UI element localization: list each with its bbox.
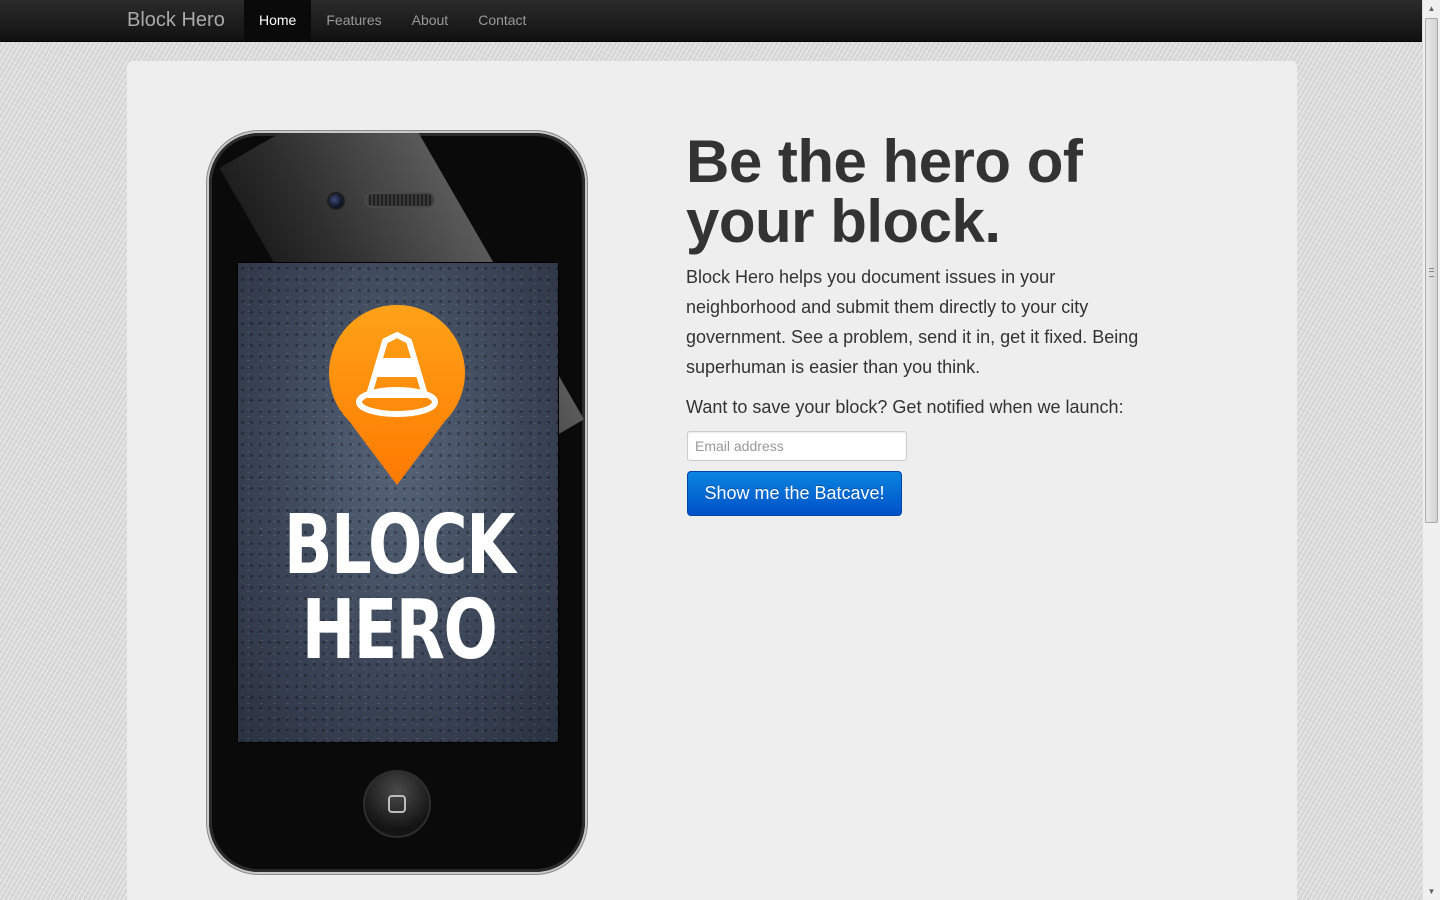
nav-contact[interactable]: Contact — [463, 0, 541, 41]
app-logo-line1: BLOCK — [283, 498, 516, 593]
scroll-down-arrow-icon[interactable]: ▼ — [1423, 883, 1440, 900]
scroll-thumb[interactable] — [1425, 18, 1438, 523]
top-navbar: Block Hero Home Features About Contact — [0, 0, 1422, 42]
brand-link[interactable]: Block Hero — [127, 9, 225, 32]
headline-line-1: Be the hero of — [686, 128, 1083, 195]
home-square-icon — [388, 795, 406, 813]
app-logo-line2: HERO — [301, 583, 498, 678]
hero-headline: Be the hero of your block. — [686, 132, 1166, 252]
scroll-grip-icon — [1429, 268, 1434, 277]
phone-screen: BLOCK HERO — [237, 262, 559, 743]
phone-mockup: BLOCK HERO — [206, 130, 585, 872]
page-scrollbar[interactable]: ▲ ▼ — [1422, 0, 1440, 900]
phone-home-button — [363, 770, 431, 838]
main-nav: Home Features About Contact — [244, 0, 541, 41]
nav-about[interactable]: About — [397, 0, 464, 41]
notify-submit-button[interactable]: Show me the Batcave! — [687, 471, 902, 516]
hero-lead-text: Block Hero helps you document issues in … — [686, 267, 1139, 377]
speaker-grille — [365, 192, 435, 208]
camera-icon — [327, 192, 345, 210]
scroll-up-arrow-icon[interactable]: ▲ — [1423, 0, 1440, 17]
headline-line-2: your block. — [686, 188, 1001, 255]
nav-features[interactable]: Features — [311, 0, 396, 41]
notify-prompt: Want to save your block? Get notified wh… — [686, 397, 1124, 417]
nav-home[interactable]: Home — [244, 0, 312, 41]
email-input[interactable] — [687, 431, 907, 461]
traffic-cone-pin-icon — [329, 304, 465, 485]
